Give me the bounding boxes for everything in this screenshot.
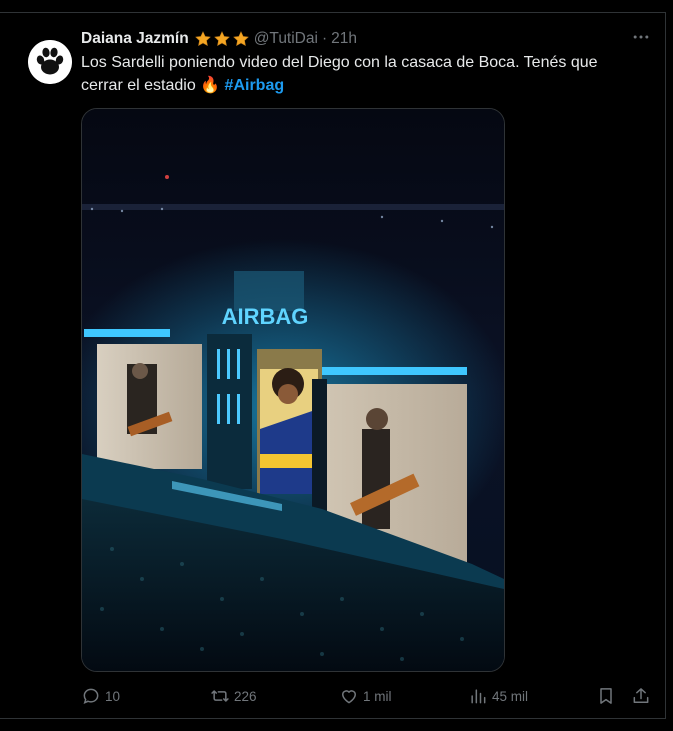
star-icon [194, 31, 211, 47]
bookmark-button[interactable] [596, 684, 620, 708]
star-icon [213, 31, 230, 47]
reply-count: 10 [105, 688, 121, 704]
separator-dot: · [321, 30, 328, 47]
badge-stars [194, 30, 250, 48]
more-horizontal-icon [633, 35, 649, 39]
like-button[interactable]: 1 mil [339, 684, 392, 708]
timestamp[interactable]: 21h [331, 30, 357, 48]
share-button[interactable] [631, 684, 655, 708]
tweet-header: Daiana Jazmín @TutiDai · 21h [81, 28, 357, 50]
repost-icon [211, 690, 229, 702]
share-icon [633, 688, 649, 703]
paw-icon [28, 40, 72, 84]
like-count: 1 mil [363, 688, 392, 704]
star-icon [232, 31, 249, 47]
repost-button[interactable]: 226 [210, 684, 257, 708]
author-handle[interactable]: @TutiDai [254, 30, 318, 48]
tweet-body: Los Sardelli poniendo video del Diego co… [81, 54, 598, 94]
views-count: 45 mil [492, 688, 529, 704]
reply-icon [83, 688, 99, 704]
stage-sign: AIRBAG [222, 304, 309, 329]
author-name[interactable]: Daiana Jazmín [81, 30, 189, 48]
tweet-media[interactable]: AIRBAG [81, 108, 505, 672]
avatar[interactable] [28, 40, 72, 84]
concert-photo: AIRBAG [82, 109, 504, 671]
hashtag-link[interactable]: #Airbag [225, 77, 285, 94]
repost-count: 226 [234, 688, 257, 704]
heart-icon [342, 690, 356, 704]
bookmark-icon [600, 688, 612, 704]
more-options-button[interactable] [629, 26, 653, 48]
action-bar: 10 226 1 mil 45 mil [81, 684, 656, 708]
views-button[interactable]: 45 mil [468, 684, 528, 708]
tweet-text: Los Sardelli poniendo video del Diego co… [81, 51, 641, 97]
reply-button[interactable]: 10 [81, 684, 120, 708]
analytics-icon [471, 689, 486, 704]
